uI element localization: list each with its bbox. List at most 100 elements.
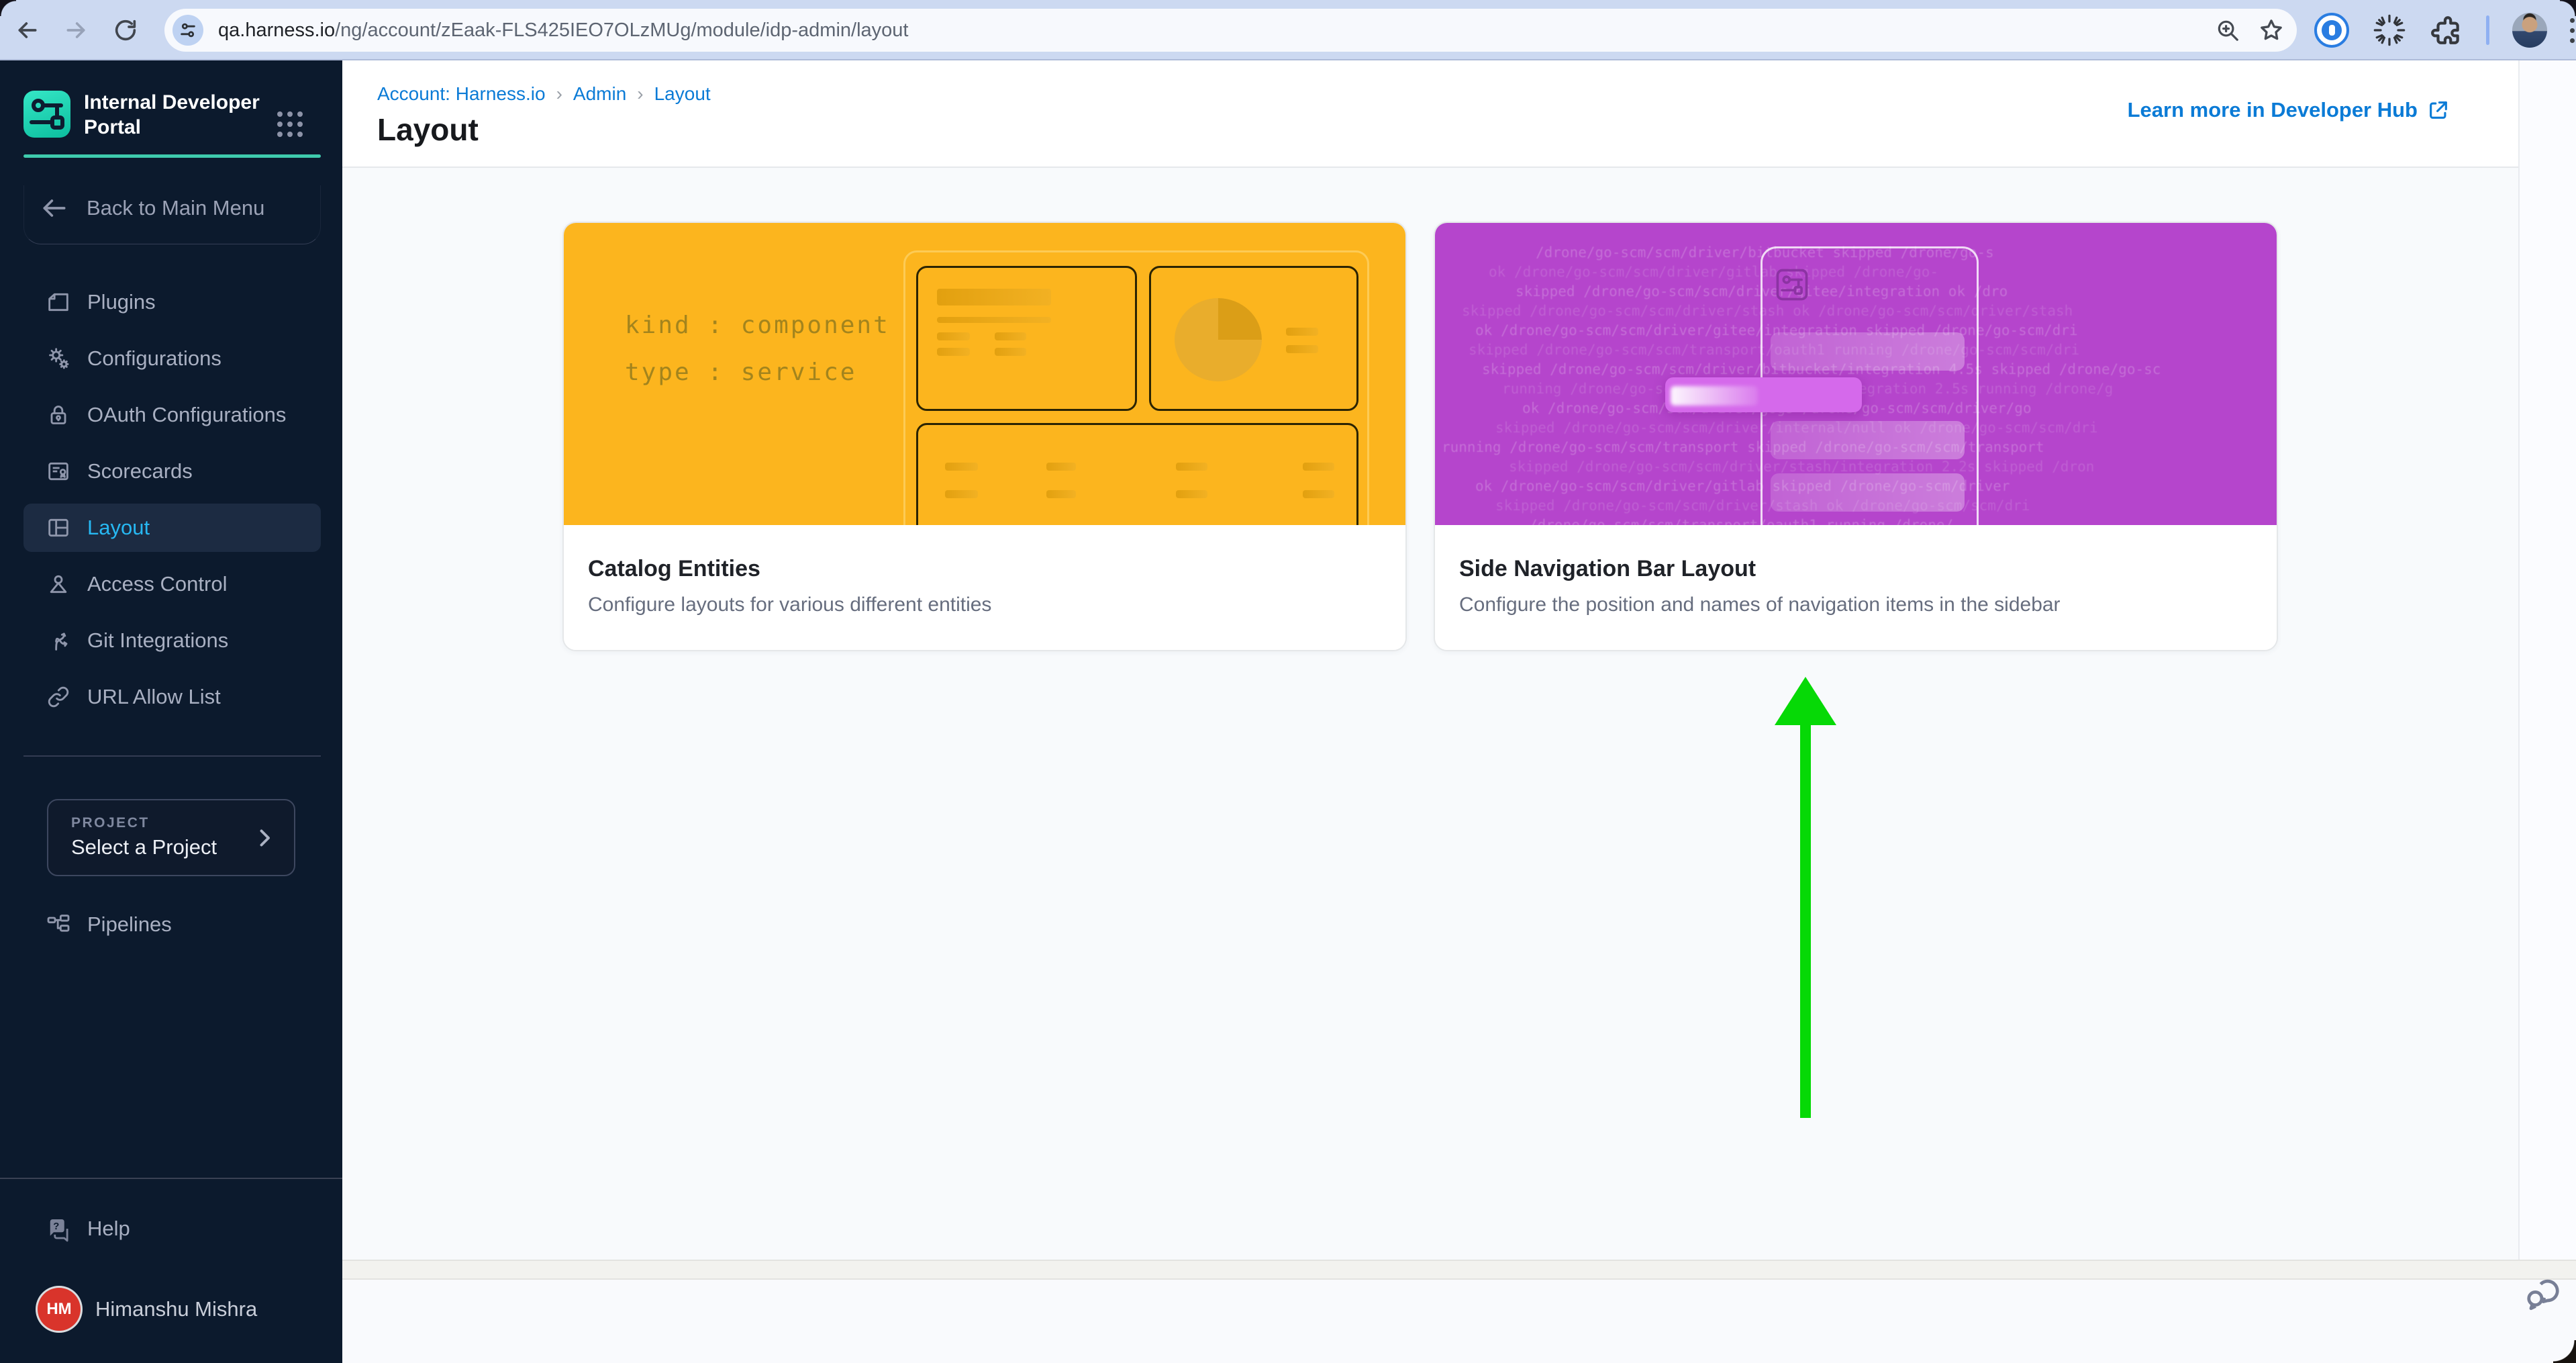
sidebar-item-git-integrations[interactable]: Git Integrations — [0, 612, 342, 669]
chat-bubbles-icon — [2521, 1274, 2564, 1317]
breadcrumb-separator: › — [556, 83, 562, 105]
sidebar-item-pipelines[interactable]: Pipelines — [0, 896, 342, 953]
page-title: Layout — [377, 111, 479, 148]
extensions-puzzle-icon[interactable] — [2430, 13, 2463, 47]
user-initials: HM — [46, 1300, 71, 1319]
pipelines-icon — [43, 909, 74, 940]
bookmark-star-icon[interactable] — [2258, 17, 2285, 44]
sidebar-item-label: Configurations — [87, 346, 221, 371]
lock-icon — [43, 399, 74, 430]
card-side-nav-layout[interactable]: /drone/go-scm/scm/driver/bitbucket skipp… — [1434, 222, 2278, 651]
product-title-line2: Portal — [84, 115, 265, 140]
nav-item-bar — [1771, 421, 1965, 459]
project-selector[interactable]: PROJECT Select a Project — [47, 799, 295, 876]
onepassword-icon[interactable] — [2314, 13, 2349, 48]
sidebar-item-label: Git Integrations — [87, 628, 228, 653]
user-avatar: HM — [38, 1288, 81, 1331]
browser-back-button[interactable] — [9, 12, 46, 48]
breadcrumb-link-admin[interactable]: Admin — [573, 83, 626, 105]
help-label: Help — [87, 1217, 130, 1241]
card-caption: Side Navigation Bar Layout Configure the… — [1435, 525, 2277, 651]
dashboard-wireframe — [903, 250, 1369, 525]
side-nav-illustration: /drone/go-scm/scm/driver/bitbucket skipp… — [1435, 223, 2277, 525]
link-icon — [43, 682, 74, 712]
sidebar: Internal Developer Portal Back to Main M… — [0, 60, 342, 1363]
site-settings-chip[interactable] — [172, 15, 203, 46]
sidebar-item-label: Layout — [87, 516, 150, 540]
sidebar-bottom-divider — [0, 1178, 342, 1179]
browser-reload-button[interactable] — [107, 12, 144, 48]
sidebar-item-oauth-configurations[interactable]: OAuth Configurations — [0, 387, 342, 443]
arrow-left-icon — [14, 17, 41, 44]
arrow-right-icon — [62, 17, 89, 44]
url-path: /ng/account/zEaak-FLS425IEO7OLzMUg/modul… — [335, 19, 908, 42]
toolbar-separator — [2486, 15, 2489, 45]
annotation-arrow-shaft — [1800, 718, 1811, 1118]
sidebar-item-layout[interactable]: Layout — [23, 504, 321, 552]
main-header: Account: Harness.io › Admin › Layout Lay… — [342, 60, 2576, 168]
sidebar-item-label: OAuth Configurations — [87, 403, 286, 427]
learn-more-link[interactable]: Learn more in Developer Hub — [2128, 98, 2450, 122]
browser-profile-avatar[interactable] — [2512, 13, 2547, 48]
accent-divider — [23, 154, 321, 158]
card-title: Side Navigation Bar Layout — [1459, 556, 1756, 582]
browser-menu-kebab-icon[interactable] — [2570, 18, 2575, 43]
product-logo[interactable] — [23, 91, 70, 138]
breadcrumb: Account: Harness.io › Admin › Layout — [377, 83, 711, 105]
card-title: Catalog Entities — [588, 556, 760, 582]
product-title: Internal Developer Portal — [84, 90, 265, 140]
yaml-type-text: type : service — [625, 359, 856, 386]
sidebar-item-access-control[interactable]: Access Control — [0, 556, 342, 612]
card-catalog-entities[interactable]: kind : component type : service — [562, 222, 1407, 651]
window-corner — [0, 0, 16, 16]
sidebar-item-label: Scorecards — [87, 459, 193, 483]
sidebar-item-configurations[interactable]: Configurations — [0, 330, 342, 387]
sidebar-item-url-allow-list[interactable]: URL Allow List — [0, 669, 342, 725]
sidebar-item-scorecards[interactable]: Scorecards — [0, 443, 342, 500]
page: qa.harness.io/ng/account/zEaak-FLS425IEO… — [0, 0, 2576, 1363]
user-profile[interactable]: HM Himanshu Mishra — [0, 1282, 342, 1336]
user-name: Himanshu Mishra — [95, 1297, 257, 1321]
back-label: Back to Main Menu — [87, 196, 264, 220]
feedback-chat-button[interactable] — [2521, 1274, 2564, 1317]
help-button[interactable]: ? Help — [0, 1201, 342, 1257]
breadcrumb-separator: › — [637, 83, 643, 105]
catalog-entities-illustration: kind : component type : service — [564, 223, 1405, 525]
app-grid-icon[interactable] — [277, 111, 303, 137]
breadcrumb-current[interactable]: Layout — [654, 83, 711, 105]
person-icon — [43, 569, 74, 600]
scroll-gutter[interactable] — [2518, 60, 2576, 1261]
layout-icon — [43, 512, 74, 543]
card-description: Configure the position and names of navi… — [1459, 594, 2061, 616]
browser-forward-button[interactable] — [58, 12, 94, 48]
extension-spinner-icon[interactable] — [2372, 13, 2407, 48]
sidebar-item-label: Plugins — [87, 290, 156, 314]
nav-item-bar — [1771, 473, 1965, 512]
sidebar-divider — [23, 755, 321, 757]
sidebar-item-label: URL Allow List — [87, 685, 221, 709]
learn-more-label: Learn more in Developer Hub — [2128, 98, 2418, 122]
content-area: kind : component type : service — [342, 168, 2576, 1261]
sidebar-item-label: Pipelines — [87, 912, 172, 937]
below-band — [342, 1280, 2576, 1363]
gears-icon — [43, 343, 74, 374]
scorecard-icon — [43, 456, 74, 487]
footer-band — [342, 1260, 2576, 1280]
dragged-nav-item-bar — [1665, 377, 1862, 412]
product-title-line1: Internal Developer — [84, 90, 265, 115]
plugins-icon — [43, 287, 74, 318]
external-link-icon — [2427, 99, 2450, 122]
zoom-icon[interactable] — [2215, 17, 2240, 43]
help-chat-icon: ? — [43, 1213, 74, 1244]
window-corner — [2553, 1340, 2576, 1363]
browser-toolbar: qa.harness.io/ng/account/zEaak-FLS425IEO… — [0, 0, 2576, 60]
sidebar-item-plugins[interactable]: Plugins — [0, 274, 342, 330]
back-to-main-menu[interactable]: Back to Main Menu — [23, 192, 321, 224]
nav-item-bar — [1771, 332, 1965, 371]
project-label: PROJECT — [71, 815, 150, 831]
breadcrumb-link-account[interactable]: Account: Harness.io — [377, 83, 546, 105]
sidebar-nav: Plugins Configurations OAuth Configurati… — [0, 274, 342, 725]
url-bar[interactable]: qa.harness.io/ng/account/zEaak-FLS425IEO… — [164, 9, 2297, 52]
idp-logo-icon — [23, 91, 70, 138]
card-caption: Catalog Entities Configure layouts for v… — [564, 525, 1405, 651]
